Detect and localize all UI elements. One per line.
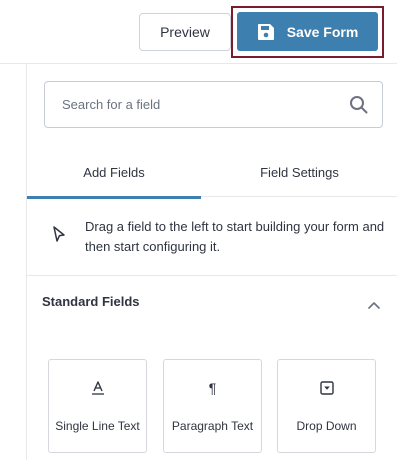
tab-field-settings[interactable]: Field Settings	[201, 147, 397, 197]
single-line-text-icon	[49, 378, 146, 398]
tab-field-settings-label: Field Settings	[260, 164, 339, 180]
drag-hint-text: Drag a field to the left to start buildi…	[85, 219, 385, 254]
dropdown-icon	[278, 378, 375, 398]
top-toolbar: Preview Save Form	[0, 0, 397, 64]
field-single-line-text[interactable]: Single Line Text	[48, 359, 147, 453]
standard-fields-header[interactable]: Standard Fields	[27, 277, 397, 327]
paragraph-icon: ¶	[208, 380, 217, 396]
field-search-box	[44, 81, 383, 128]
field-label: Single Line Text	[55, 419, 140, 433]
search-input[interactable]	[45, 82, 335, 127]
floppy-disk-icon	[257, 23, 275, 41]
tab-add-fields[interactable]: Add Fields	[27, 147, 201, 199]
save-form-button[interactable]: Save Form	[237, 12, 378, 51]
search-icon[interactable]	[349, 95, 368, 119]
panel-tabs: Add Fields Field Settings	[27, 147, 397, 199]
save-form-label: Save Form	[286, 23, 359, 40]
field-label: Drop Down	[296, 419, 357, 433]
field-drop-down[interactable]: Drop Down	[277, 359, 376, 453]
tab-add-fields-label: Add Fields	[83, 164, 145, 180]
section-title: Standard Fields	[42, 294, 140, 309]
drag-hint: Drag a field to the left to start buildi…	[27, 198, 397, 276]
preview-button[interactable]: Preview	[139, 13, 231, 51]
preview-button-label: Preview	[160, 24, 210, 40]
fields-panel: Add Fields Field Settings Drag a field t…	[26, 64, 397, 460]
cursor-arrow-icon	[52, 226, 66, 247]
field-label: Paragraph Text	[171, 419, 254, 433]
field-paragraph-text[interactable]: ¶ Paragraph Text	[163, 359, 262, 453]
chevron-up-icon[interactable]	[368, 296, 380, 314]
